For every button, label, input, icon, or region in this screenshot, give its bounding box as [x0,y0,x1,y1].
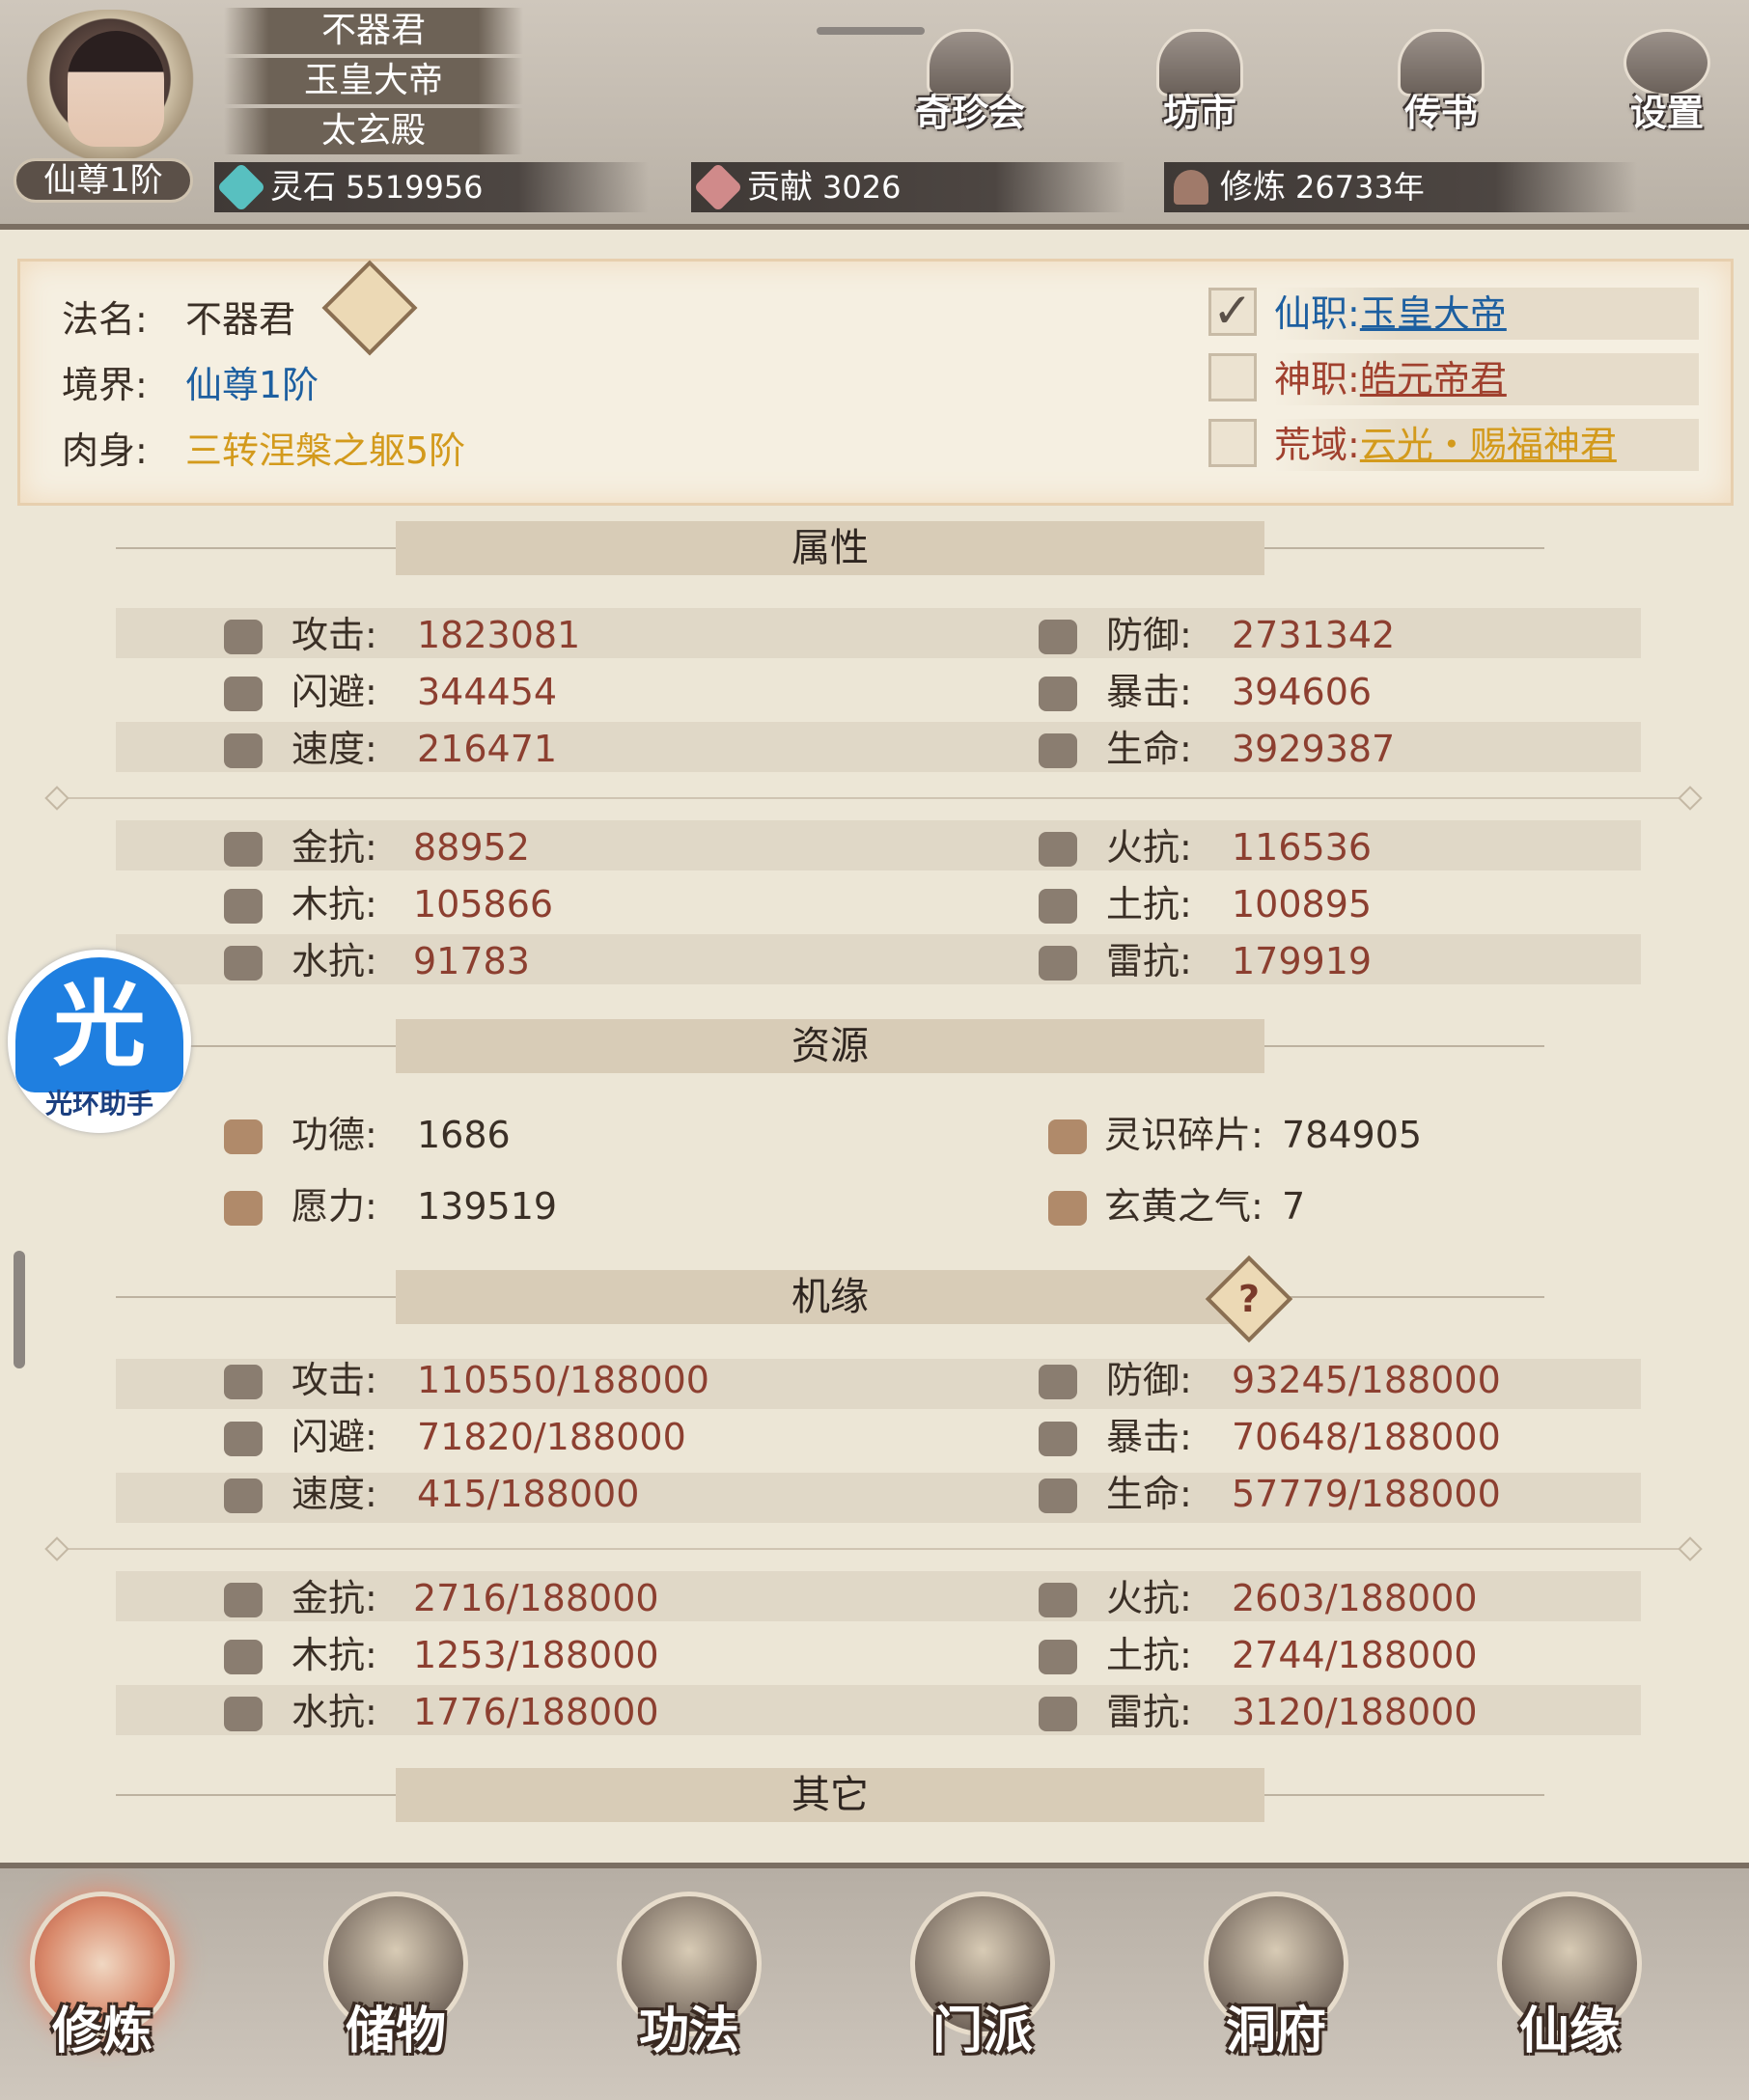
player-title: 玉皇大帝 [224,58,523,104]
wood-icon [224,1640,263,1674]
dodge-icon [224,677,263,711]
thunder-icon [1039,1697,1077,1731]
metal-icon [224,1583,263,1617]
settings-button[interactable]: 设置 [1595,29,1739,145]
treasure-fair-button[interactable]: 奇珍会 [898,29,1042,145]
scrollbar[interactable] [14,1251,25,1368]
spirit-stone-counter: 灵石 5519956 [214,162,649,212]
fire-icon [1039,1583,1077,1617]
merit-icon [224,1119,263,1154]
realm-label: 境界: [62,364,148,406]
attributes-section-header: 属性 [116,521,1544,575]
nav-storage[interactable]: 储物 [309,1892,483,2094]
help-button[interactable]: ? [1205,1255,1293,1343]
crit-icon [1039,1422,1077,1456]
dharma-name: 不器君 [185,298,296,341]
other-section-header: 其它 [116,1768,1544,1822]
water-icon [224,1697,263,1731]
thunder-icon [1039,946,1077,981]
divine-post-link[interactable]: 皓元帝君 [1360,358,1507,401]
body-label: 肉身: [62,429,148,472]
avatar-portrait [68,31,164,147]
bottom-nav: 修炼 储物 功法 门派 洞府 仙缘 [0,1863,1749,2100]
market-button[interactable]: 坊市 [1127,29,1272,145]
divider [48,797,1699,799]
spirit-stone-icon [216,162,266,212]
divider [48,1548,1699,1550]
meditation-icon [1174,170,1208,205]
nav-fate[interactable]: 仙缘 [1483,1892,1656,2094]
fire-icon [1039,832,1077,867]
dharma-name-label: 法名: [62,298,148,341]
qi-icon [1048,1191,1087,1226]
cultivation-counter: 修炼 26733年 [1164,162,1637,212]
resources-section-header: 资源 [116,1019,1544,1073]
shard-icon [1048,1119,1087,1154]
speed-icon [224,733,263,768]
defense-icon [1039,620,1077,654]
earth-icon [1039,889,1077,924]
player-name: 不器君 [224,8,523,54]
crit-icon [1039,677,1077,711]
rank-tag: 仙尊1阶 [14,158,193,203]
realm-value: 仙尊1阶 [185,364,319,406]
contribution-counter: 贡献 3026 [691,162,1125,212]
earth-icon [1039,1640,1077,1674]
attack-icon [224,620,263,654]
wild-realm-row: 荒域:云光・赐福神君 [1274,419,1699,471]
nav-techniques[interactable]: 功法 [602,1892,776,2094]
life-icon [1039,733,1077,768]
water-icon [224,946,263,981]
immortal-post-row: 仙职:玉皇大帝 [1274,288,1699,340]
nav-sect[interactable]: 门派 [896,1892,1069,2094]
wish-icon [224,1191,263,1226]
wood-icon [224,889,263,924]
player-sect: 太玄殿 [224,108,523,154]
speed-icon [224,1478,263,1513]
life-icon [1039,1478,1077,1513]
immortal-post-link[interactable]: 玉皇大帝 [1360,292,1507,335]
metal-icon [224,832,263,867]
defense-icon [1039,1365,1077,1399]
attack-icon [224,1365,263,1399]
wild-realm-checkbox[interactable] [1208,419,1257,467]
immortal-post-checkbox[interactable]: ✓ [1208,287,1257,336]
halo-assistant-icon: 光 [15,957,183,1092]
dodge-icon [224,1422,263,1456]
divine-post-row: 神职:皓元帝君 [1274,353,1699,405]
question-icon: ? [1237,1278,1261,1320]
divine-post-checkbox[interactable] [1208,353,1257,401]
nav-cultivate[interactable]: 修炼 [15,1892,189,2094]
contribution-icon [693,162,743,212]
wild-realm-link[interactable]: 云光・赐福神君 [1360,424,1617,466]
avatar[interactable] [8,10,212,164]
nav-cave[interactable]: 洞府 [1189,1892,1363,2094]
message-button[interactable]: 传书 [1369,29,1513,145]
halo-assistant-button[interactable]: 光 光环助手 [8,950,191,1133]
top-bar: 仙尊1阶 不器君 玉皇大帝 太玄殿 奇珍会 坊市 传书 设置 灵石 5519956… [0,0,1749,230]
halo-assistant-caption: 光环助手 [44,1088,153,1119]
body-value: 三转涅槃之躯5阶 [185,429,466,472]
fortune-section-header: 机缘 [116,1270,1544,1324]
